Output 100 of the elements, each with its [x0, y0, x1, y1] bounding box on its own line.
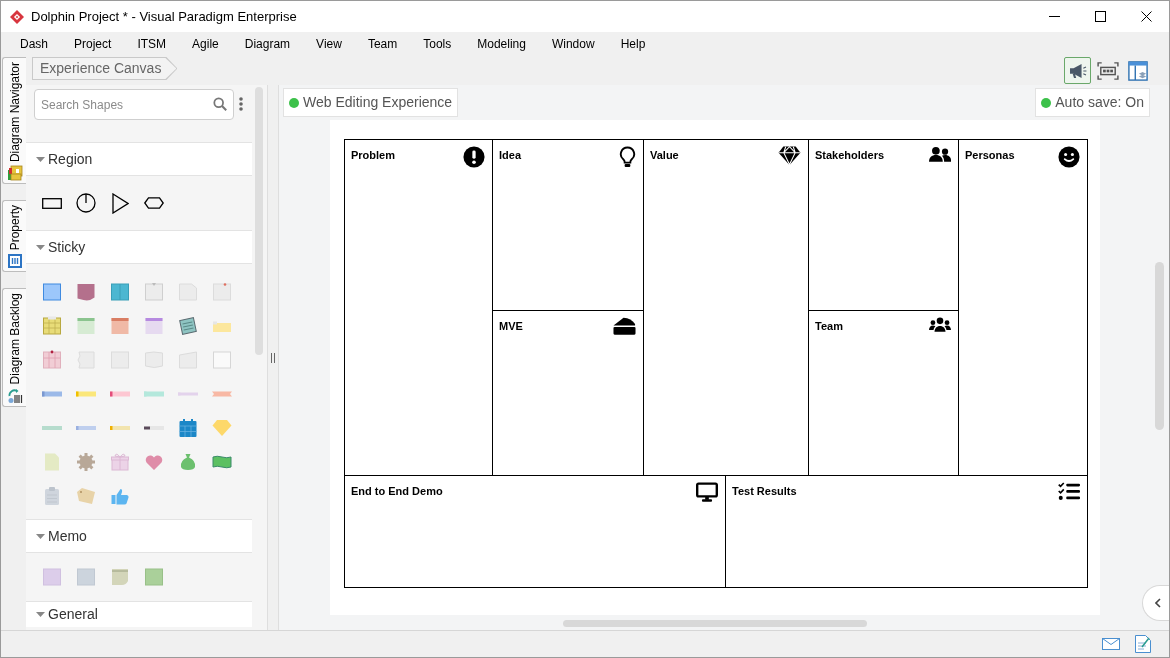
scrollbar-thumb[interactable] — [1155, 262, 1164, 430]
caret-down-icon[interactable] — [36, 533, 45, 539]
hexagon-icon[interactable] — [144, 197, 164, 209]
more-options-icon[interactable] — [239, 97, 243, 111]
pinned-note-icon[interactable] — [212, 282, 232, 302]
tape-icon[interactable] — [144, 425, 164, 431]
blank-note-icon[interactable] — [110, 350, 130, 370]
sticky-note-icon[interactable] — [42, 282, 62, 302]
breadcrumb-item[interactable]: Experience Canvas — [32, 57, 178, 80]
collapse-button[interactable] — [1142, 585, 1169, 621]
block-title: Personas — [965, 148, 1015, 163]
section-header[interactable]: Memo — [26, 519, 252, 553]
heart-icon[interactable] — [144, 452, 164, 472]
caret-down-icon[interactable] — [36, 156, 45, 162]
pinned-note-icon[interactable] — [42, 350, 62, 370]
section-header[interactable]: General — [26, 601, 252, 627]
status-dot-icon — [289, 97, 299, 108]
clipboard-icon[interactable] — [42, 486, 62, 506]
side-tab[interactable]: Property — [2, 200, 26, 273]
block-title: Idea — [499, 148, 521, 163]
gear-icon[interactable] — [76, 452, 96, 472]
menu-item[interactable]: Help — [607, 32, 659, 56]
app-logo-icon — [10, 9, 24, 24]
block-title: Value — [650, 148, 679, 163]
sticky-note-icon[interactable] — [110, 282, 130, 302]
calendar-icon[interactable] — [178, 418, 198, 438]
document-icon[interactable] — [42, 452, 62, 472]
sticky-note-icon[interactable] — [76, 282, 96, 302]
close-icon — [1140, 11, 1152, 22]
scrollbar-thumb[interactable] — [563, 620, 867, 627]
section-header[interactable]: Region — [26, 142, 252, 176]
chevron-left-icon — [1155, 598, 1161, 608]
blank-note-icon[interactable] — [212, 350, 232, 370]
menu-item[interactable]: Diagram — [231, 32, 304, 56]
side-tab[interactable]: Diagram Backlog — [2, 288, 26, 407]
two-people-icon — [929, 146, 951, 162]
toolbar-button[interactable] — [1064, 57, 1091, 84]
side-tab[interactable]: Diagram Navigator — [2, 57, 26, 185]
sticky-note-icon[interactable] — [110, 316, 130, 336]
caret-down-icon[interactable] — [36, 612, 45, 617]
circle-icon[interactable] — [76, 193, 96, 213]
lightbulb-icon — [619, 146, 636, 168]
diamond-icon[interactable] — [212, 419, 232, 437]
slanted-note-icon[interactable] — [178, 350, 198, 370]
gem-icon — [778, 146, 801, 165]
menu-item[interactable]: Modeling — [464, 32, 539, 56]
wavy-note-icon[interactable] — [144, 350, 164, 370]
tag-icon[interactable] — [76, 486, 96, 506]
sticky-note-icon[interactable] — [144, 316, 164, 336]
navigator-icon — [6, 165, 23, 182]
menu-item[interactable]: Tools — [410, 32, 465, 56]
triangle-icon[interactable] — [111, 192, 129, 214]
menu-item[interactable]: Project — [61, 32, 125, 56]
taped-note-icon[interactable] — [212, 319, 232, 333]
notepad-icon[interactable] — [42, 316, 62, 336]
sticky-note-icon[interactable] — [76, 316, 96, 336]
search-icon[interactable] — [213, 97, 227, 111]
smiley-icon — [1058, 146, 1080, 168]
block-title: Problem — [351, 148, 395, 163]
maximize-icon — [1094, 11, 1106, 22]
window-title: Dolphin Project * - Visual Paradigm Enterprise — [31, 7, 297, 26]
caret-down-icon[interactable] — [36, 244, 45, 250]
megaphone-icon[interactable] — [1068, 62, 1087, 79]
mail-icon[interactable] — [1102, 638, 1120, 650]
minimize-icon — [1048, 16, 1060, 17]
memo-note-icon[interactable] — [110, 567, 130, 587]
grip-icon[interactable] — [271, 352, 275, 363]
note-edit-icon[interactable] — [1135, 635, 1151, 653]
menu-item[interactable]: View — [303, 32, 355, 56]
curled-note-icon[interactable] — [178, 282, 198, 302]
property-icon — [6, 253, 23, 270]
gift-icon[interactable] — [110, 452, 130, 472]
menu-item[interactable]: Dash — [7, 32, 61, 56]
menu-item[interactable]: Team — [354, 32, 411, 56]
menu-item[interactable]: Agile — [179, 32, 232, 56]
three-people-icon — [929, 317, 951, 332]
block-title: Stakeholders — [815, 148, 885, 163]
memo-note-icon[interactable] — [76, 567, 96, 587]
autosave-status: Auto save: On — [1055, 93, 1144, 112]
cake-slice-icon — [613, 317, 636, 335]
block-title: MVE — [499, 319, 523, 334]
search-field[interactable]: Search Shapes — [34, 89, 234, 120]
rectangle-icon[interactable] — [42, 197, 62, 209]
menu-item[interactable]: ITSM — [124, 32, 180, 56]
note-stack-icon[interactable] — [178, 316, 198, 336]
block-title: End to End Demo — [351, 484, 443, 499]
exclamation-circle-icon — [463, 146, 485, 168]
menu-item[interactable]: Window — [538, 32, 608, 56]
section-header[interactable]: Sticky — [26, 230, 252, 264]
diagram-title: Web Editing Experience — [303, 93, 453, 112]
monitor-icon — [696, 482, 718, 502]
block-title: Test Results — [732, 484, 797, 499]
block-title: Team — [815, 319, 843, 334]
thumbs-up-icon[interactable] — [110, 486, 130, 506]
backlog-icon — [6, 387, 23, 404]
money-bag-icon[interactable] — [178, 452, 198, 472]
memo-note-icon[interactable] — [144, 567, 164, 587]
checklist-icon — [1058, 482, 1080, 500]
memo-note-icon[interactable] — [42, 567, 62, 587]
pinned-note-icon[interactable] — [144, 282, 164, 302]
